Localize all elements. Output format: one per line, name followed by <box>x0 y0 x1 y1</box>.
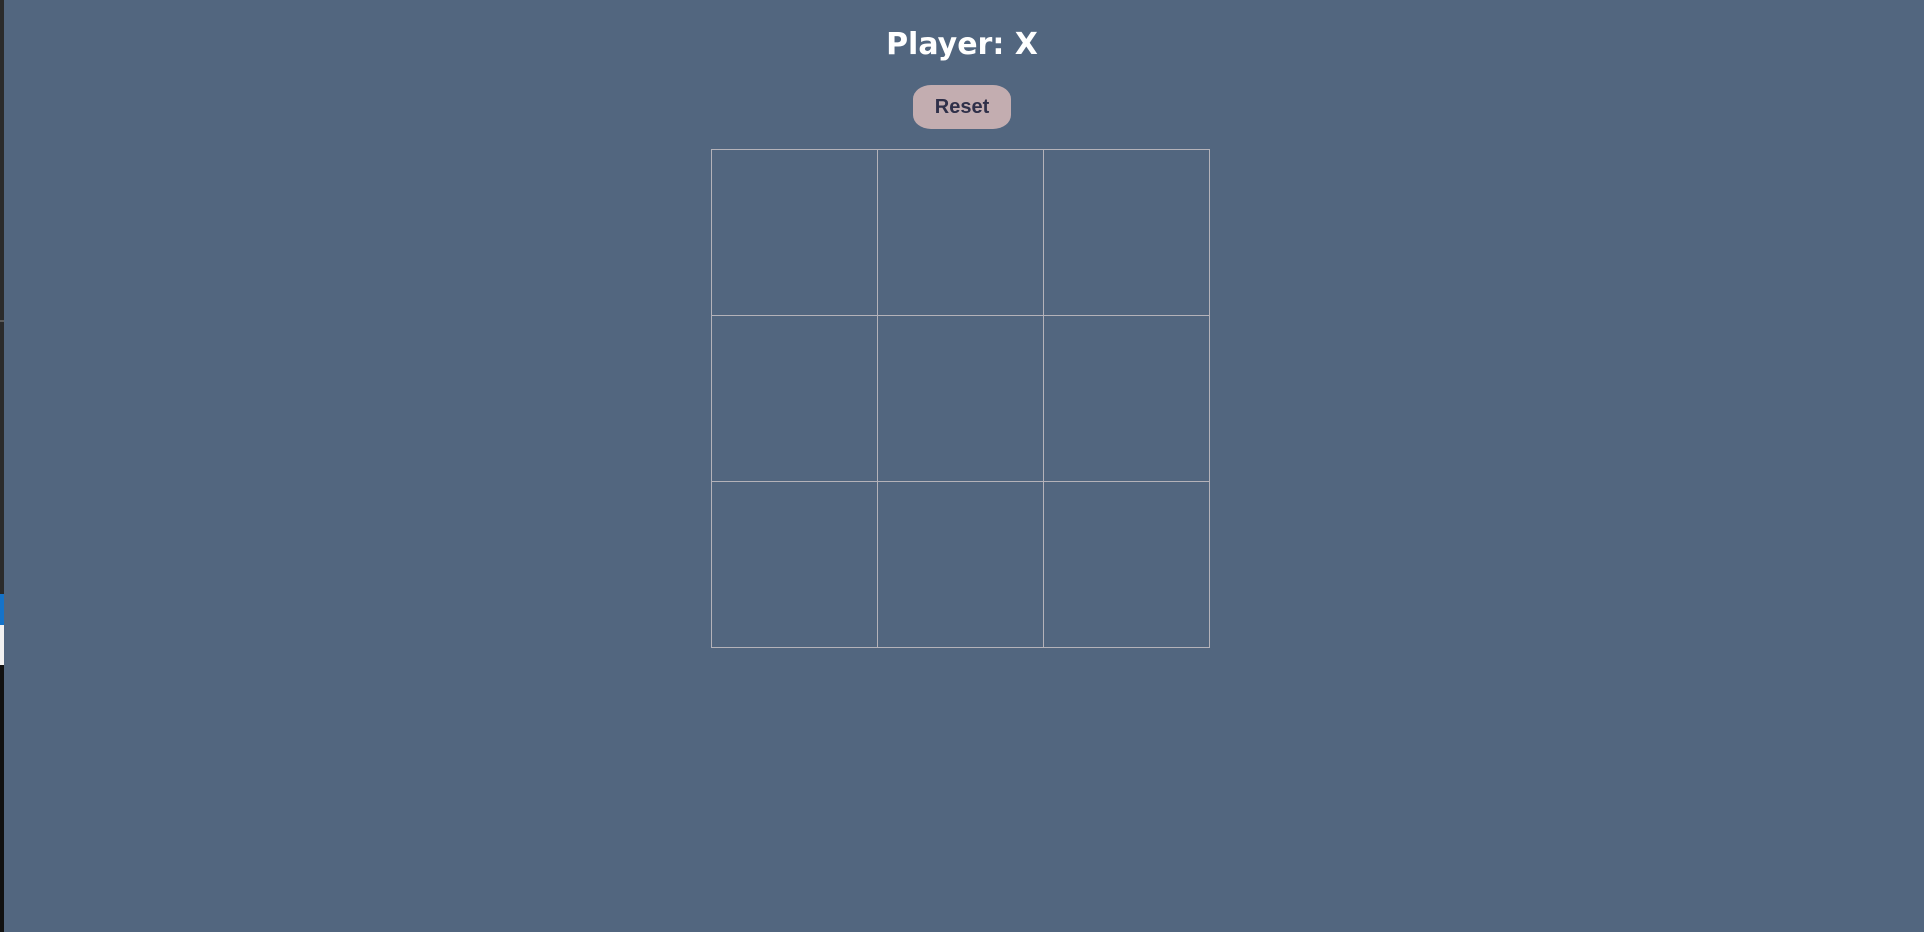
board-cell-4[interactable] <box>877 316 1044 482</box>
board-cell-8[interactable] <box>1043 482 1210 648</box>
game-container: Player: X Reset <box>0 0 1924 648</box>
board-cell-5[interactable] <box>1043 316 1210 482</box>
board-cell-3[interactable] <box>711 316 878 482</box>
board-cell-2[interactable] <box>1043 150 1210 316</box>
board-cell-6[interactable] <box>711 482 878 648</box>
board-cell-1[interactable] <box>877 150 1044 316</box>
player-status-label: Player: <box>886 27 1015 62</box>
board-cell-7[interactable] <box>877 482 1044 648</box>
current-player: X <box>1014 27 1038 62</box>
game-board <box>710 149 1210 648</box>
board-cell-0[interactable] <box>711 150 878 316</box>
edge-accent-black <box>0 665 4 932</box>
reset-button[interactable]: Reset <box>913 85 1011 129</box>
player-status: Player: X <box>886 24 1038 66</box>
